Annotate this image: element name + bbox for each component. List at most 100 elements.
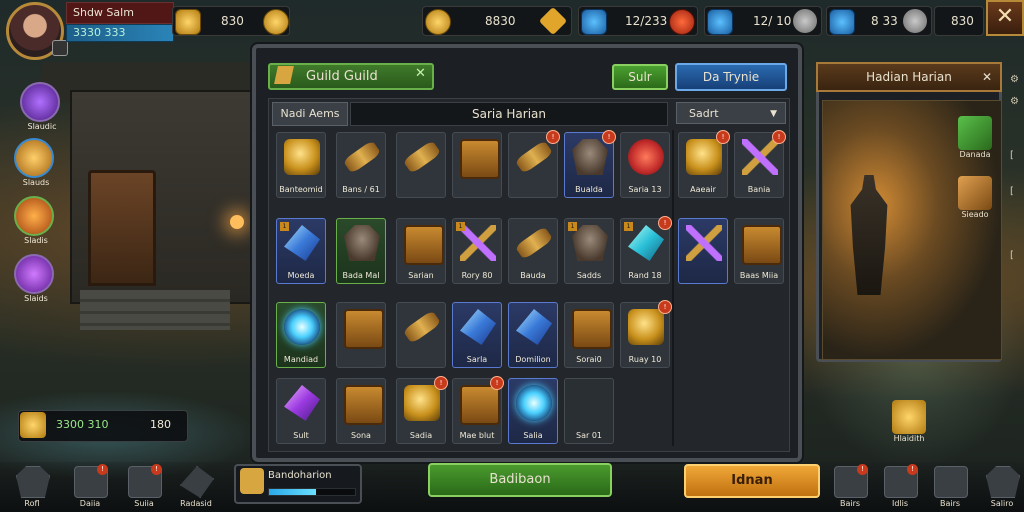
side-menu-item-2[interactable]: Slauds [8, 138, 64, 187]
resource-helmet[interactable]: 830 [934, 6, 984, 36]
tab-close-icon[interactable]: ✕ [415, 66, 426, 81]
inventory-slot[interactable]: Moeda 1 [276, 218, 326, 284]
action-button[interactable]: Da Trynie [675, 63, 787, 91]
item-label: Sadds [576, 271, 602, 280]
inventory-slot[interactable]: Saria 13 [620, 132, 670, 198]
close-button[interactable]: ✕ [986, 0, 1024, 36]
resource-value: 12/ 10 [753, 14, 792, 28]
sort-dropdown[interactable]: Sadrt ▼ [676, 102, 786, 124]
confirm-button[interactable]: Sulr [612, 64, 668, 90]
inventory-slot[interactable]: Sorai0 [564, 302, 614, 368]
inventory-slot[interactable]: Mandiad [276, 302, 326, 368]
primary-orange-button[interactable]: Idnan [684, 464, 820, 498]
inventory-slot[interactable]: Sadds 1 [564, 218, 614, 284]
inventory-slot[interactable]: Ruay 10! [620, 300, 672, 368]
resource-gold-coin[interactable]: 8830 [422, 6, 572, 36]
item-label: Bada Mal [342, 271, 380, 280]
bottom-item-icon [16, 466, 50, 498]
item-icon [284, 225, 320, 261]
item-level: 1 [624, 222, 633, 231]
blue-shield-icon [707, 9, 733, 35]
close-icon[interactable]: ✕ [982, 64, 992, 90]
resource-blue-shield[interactable]: 12/ 10 [704, 6, 822, 36]
inventory-slot[interactable]: Bauda [508, 218, 558, 284]
progress-bar [268, 488, 356, 496]
side-menu-item-3[interactable]: Sladis [8, 196, 64, 245]
inventory-slot[interactable]: Sadia! [396, 376, 448, 444]
item-label: Sarla [466, 355, 488, 364]
inventory-slot[interactable]: Mae blut! [452, 376, 504, 444]
alert-badge: ! [907, 464, 918, 475]
side-item-slot[interactable]: Bania! [734, 130, 786, 198]
side-menu-item-1[interactable]: Slaudic [14, 82, 70, 131]
edge-gear-icon[interactable]: ⚙ [1010, 96, 1019, 107]
item-icon [344, 225, 380, 261]
inventory-slot[interactable] [396, 132, 446, 198]
edge-bracket-icon[interactable]: [ [1010, 186, 1014, 197]
primary-green-button[interactable]: Badibaon [428, 463, 612, 497]
side-item-slot[interactable]: Baas Miia [734, 218, 784, 284]
item-icon [284, 309, 320, 345]
right-item-1[interactable]: Danada [950, 116, 1000, 159]
inventory-slot[interactable] [396, 302, 446, 368]
resource-shield[interactable]: 12/233 [578, 6, 698, 36]
item-label: Rand 18 [628, 271, 662, 280]
side-menu-item-4[interactable]: Slaids [8, 254, 64, 303]
bottom-bar-item[interactable]: Rofl [12, 464, 52, 508]
bottom-bar-item[interactable]: Idlis! [880, 464, 920, 508]
edge-bracket-icon[interactable]: [ [1010, 150, 1014, 161]
bottom-bar-item[interactable]: Daiia! [70, 464, 110, 508]
grid-divider [672, 130, 674, 446]
bottom-item-label: Radasid [180, 499, 212, 508]
item-icon [284, 385, 320, 421]
resource-gold-ingot[interactable]: 830 [172, 6, 290, 36]
inventory-slot[interactable]: Domilion [508, 302, 558, 368]
resource-value: 12/233 [625, 14, 668, 28]
inventory-slot[interactable]: Salia [508, 378, 558, 444]
resource-value: 8 33 [871, 14, 898, 28]
detail-title-text: Hadian Harian [866, 70, 952, 84]
inventory-slot[interactable]: ! [508, 130, 560, 198]
bottom-bar-item[interactable]: Saliro [982, 464, 1022, 508]
bottom-item-label: Idlis [891, 499, 909, 508]
item-icon [344, 309, 384, 349]
item-label: Rory 80 [461, 271, 493, 280]
progress-fill [269, 489, 317, 495]
right-item-3[interactable]: Hlaidith [884, 400, 934, 443]
inventory-slot[interactable]: Bualda! [564, 130, 616, 198]
item-label: Bania [747, 185, 771, 194]
inventory-slot[interactable]: Bans / 61 [336, 132, 386, 198]
edge-gear-icon[interactable]: ⚙ [1010, 74, 1019, 85]
side-item-slot[interactable]: Aaeair! [678, 130, 730, 198]
edge-bracket-icon[interactable]: [ [1010, 250, 1014, 261]
search-field[interactable]: Saria Harian [350, 102, 668, 126]
inventory-slot[interactable] [452, 132, 502, 198]
inventory-slot[interactable]: Sona [336, 378, 386, 444]
bottom-bar-item[interactable]: Radasid [176, 464, 216, 508]
bottom-bar-item[interactable]: Suiia! [124, 464, 164, 508]
bottom-bar-item[interactable]: Bairs [930, 464, 970, 508]
inventory-slot[interactable]: Sar 01 [564, 378, 614, 444]
item-icon [686, 139, 722, 175]
inventory-slot[interactable]: Sarla [452, 302, 502, 368]
bottom-item-icon [934, 466, 968, 498]
inventory-slot[interactable]: Bada Mal [336, 218, 386, 284]
item-level: 1 [568, 222, 577, 231]
inventory-slot[interactable]: Rory 80 1 [452, 218, 502, 284]
detail-title[interactable]: Hadian Harian ✕ [816, 62, 1002, 92]
bottom-bar-item[interactable]: Bairs! [830, 464, 870, 508]
right-item-2[interactable]: Sieado [950, 176, 1000, 219]
inventory-slot[interactable]: Sult [276, 378, 326, 444]
category-tab[interactable]: Nadi Aems [272, 102, 348, 126]
item-icon [284, 139, 320, 175]
side-item-slot[interactable] [678, 218, 728, 284]
inventory-slot[interactable]: Sarian [396, 218, 446, 284]
gold-pot-icon [892, 400, 926, 434]
inventory-slot[interactable]: Rand 18 1! [620, 216, 672, 284]
inventory-slot[interactable] [336, 302, 386, 368]
resource-gear[interactable]: 8 33 [826, 6, 932, 36]
inventory-slot[interactable]: Banteomid [276, 132, 326, 198]
side-menu-label: Sladis [24, 236, 48, 245]
red-token-icon [669, 9, 695, 35]
alert-badge: ! [434, 376, 448, 390]
